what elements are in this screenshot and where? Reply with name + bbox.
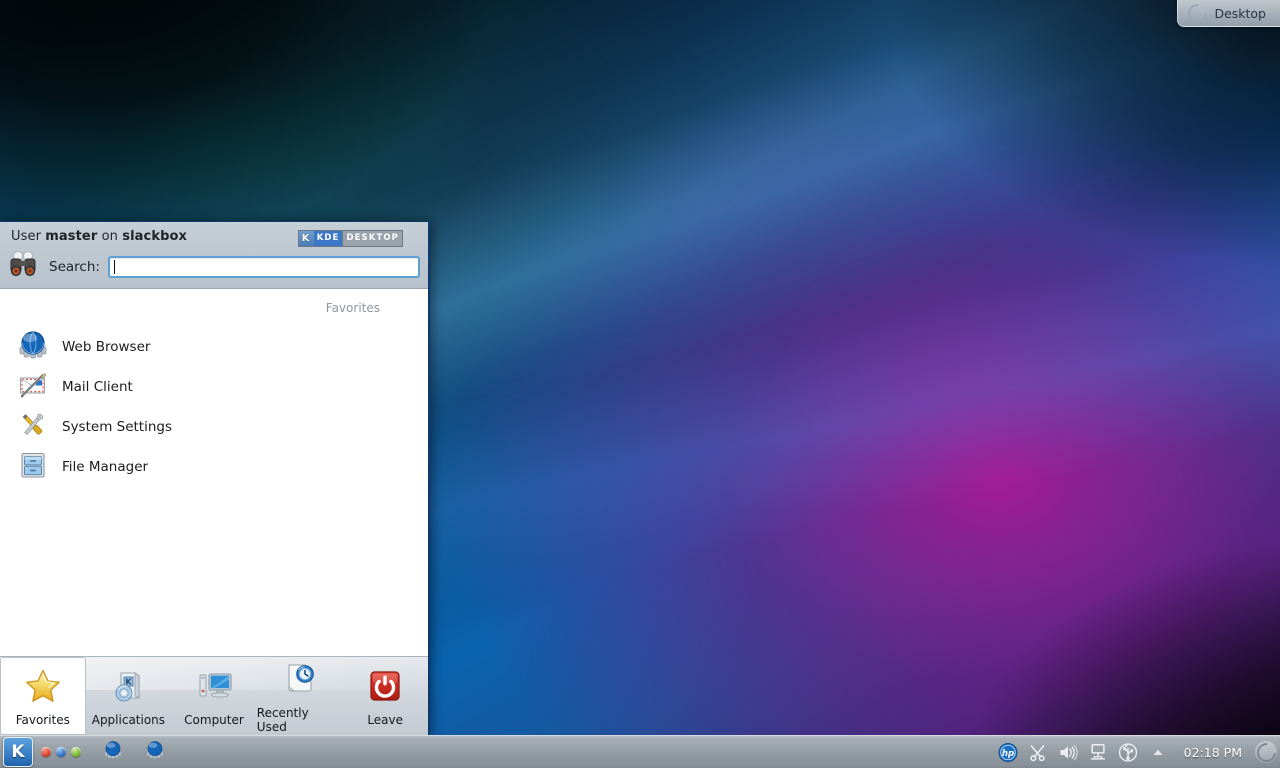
favorite-item-web-browser[interactable]: Web Browser — [0, 327, 428, 367]
power-icon — [365, 666, 405, 710]
kickoff-menu: User master on slackbox KDE DESKTOP — [0, 221, 430, 735]
mail-client-icon — [18, 370, 48, 404]
tab-label: Favorites — [15, 712, 70, 727]
desktop-screen: Desktop User master on slackbox KDE DESK… — [0, 0, 1280, 768]
volume-icon[interactable] — [1058, 742, 1078, 762]
task-manager — [103, 740, 165, 764]
kickoff-tab-bar: Favorites K Applications Computer Recent… — [0, 656, 428, 735]
favorites-list: Web Browser Mail Client System Settings … — [0, 321, 428, 487]
panel-toolbox[interactable] — [1252, 738, 1280, 766]
taskbar-panel: K hp 02:18 PM — [0, 735, 1280, 768]
kde-k-logo-icon: K — [11, 741, 25, 762]
user-prefix-label: User — [11, 229, 42, 244]
tab-label: Leave — [367, 712, 404, 727]
host-prefix-label: on — [101, 229, 119, 244]
tray-expand-icon[interactable] — [1148, 742, 1168, 762]
kde-k-logo-icon — [298, 231, 314, 246]
desktop-toolbox[interactable]: Desktop — [1177, 0, 1280, 27]
favorites-section-label: Favorites — [325, 301, 380, 315]
badge-kde-label: KDE — [313, 231, 343, 246]
usb-device-icon[interactable] — [1118, 742, 1138, 762]
klipper-icon[interactable] — [1028, 742, 1048, 762]
task-button-web-browser-1[interactable] — [103, 740, 123, 764]
task-button-web-browser-2[interactable] — [145, 740, 165, 764]
favorite-label: Web Browser — [62, 339, 151, 355]
favorite-label: File Manager — [62, 459, 149, 475]
host-name-label: slackbox — [122, 229, 187, 244]
file-manager-icon — [18, 450, 48, 484]
star-icon — [23, 666, 63, 710]
hp-icon[interactable]: hp — [998, 742, 1018, 762]
kickoff-launcher-button[interactable]: K — [3, 737, 33, 767]
clock-widget[interactable]: 02:18 PM — [1184, 745, 1242, 760]
kickoff-search-row: Search: — [0, 250, 428, 284]
network-icon[interactable] — [1088, 742, 1108, 762]
tab-favorites[interactable]: Favorites — [0, 657, 86, 735]
kde-desktop-badge: KDE DESKTOP — [297, 230, 403, 247]
tab-recently-used[interactable]: Recently Used — [257, 657, 343, 735]
web-browser-icon — [18, 330, 48, 364]
document-clock-icon — [280, 659, 320, 703]
tab-label: Recently Used — [256, 705, 309, 734]
tab-leave[interactable]: Leave — [342, 657, 428, 735]
tab-computer[interactable]: Computer — [171, 657, 257, 735]
binoculars-icon — [6, 250, 40, 284]
tab-label: Applications — [91, 712, 166, 727]
pager-desktop-3[interactable] — [71, 747, 81, 757]
cashew-icon — [1252, 738, 1280, 766]
system-tray: hp 02:18 PM — [998, 742, 1251, 762]
monitor-icon — [194, 666, 234, 710]
favorite-item-mail-client[interactable]: Mail Client — [0, 367, 428, 407]
search-input[interactable] — [107, 256, 420, 278]
pager-desktop-2[interactable] — [56, 747, 66, 757]
kickoff-content: Favorites Web Browser Mail Client System… — [0, 289, 428, 656]
tab-applications[interactable]: K Applications — [86, 657, 172, 735]
favorite-item-system-settings[interactable]: System Settings — [0, 407, 428, 447]
pager-desktop-1[interactable] — [41, 747, 51, 757]
cashew-icon — [1184, 0, 1212, 27]
kickoff-header: User master on slackbox KDE DESKTOP — [0, 222, 428, 289]
system-settings-icon — [18, 410, 48, 444]
package-cd-icon: K — [108, 666, 148, 710]
favorite-item-file-manager[interactable]: File Manager — [0, 447, 428, 487]
desktop-toolbox-label: Desktop — [1214, 5, 1266, 21]
text-caret — [113, 260, 115, 274]
search-label: Search: — [49, 259, 100, 275]
pager-widget[interactable] — [41, 747, 81, 757]
kickoff-user-line: User master on slackbox — [11, 229, 187, 244]
user-name-label: master — [45, 229, 98, 244]
favorite-label: Mail Client — [62, 379, 133, 395]
favorite-label: System Settings — [62, 419, 173, 435]
tab-label: Computer — [184, 712, 244, 727]
svg-text:hp: hp — [1002, 749, 1014, 759]
badge-desktop-label: DESKTOP — [342, 231, 402, 246]
